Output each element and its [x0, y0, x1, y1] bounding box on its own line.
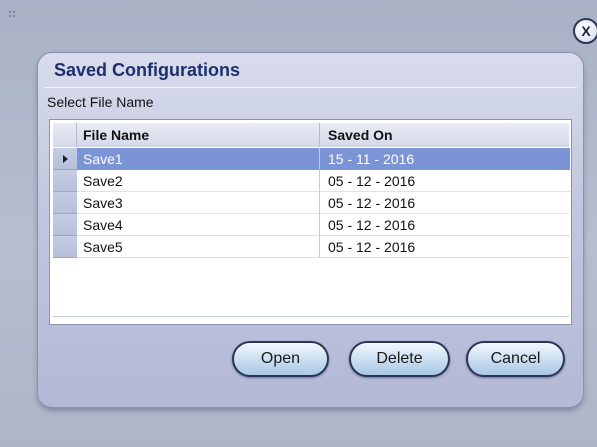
row-selector[interactable] [53, 192, 77, 214]
grip-icon[interactable] [8, 10, 16, 18]
table-row[interactable]: Save1 15 - 11 - 2016 [53, 148, 570, 170]
table-row[interactable]: Save4 05 - 12 - 2016 [53, 214, 570, 236]
close-icon: X [581, 23, 591, 39]
file-name-cell[interactable]: Save4 [77, 214, 320, 236]
row-selector[interactable] [53, 170, 77, 192]
dialog-title: Saved Configurations [54, 60, 241, 80]
delete-button[interactable]: Delete [349, 341, 450, 377]
table-row[interactable]: Save2 05 - 12 - 2016 [53, 170, 570, 192]
saved-on-cell[interactable]: 05 - 12 - 2016 [320, 214, 570, 236]
configurations-table: File Name Saved On Save1 15 - 11 - 2016 … [49, 119, 572, 325]
column-header-saved-on[interactable]: Saved On [320, 123, 569, 147]
select-file-label: Select File Name [47, 94, 154, 110]
file-name-cell[interactable]: Save5 [77, 236, 320, 258]
saved-on-cell[interactable]: 15 - 11 - 2016 [320, 148, 570, 170]
saved-on-cell[interactable]: 05 - 12 - 2016 [320, 236, 570, 258]
header-row-selector [53, 123, 77, 147]
row-selector[interactable] [53, 214, 77, 236]
table-bottom-divider [53, 316, 569, 317]
title-divider [44, 87, 577, 88]
column-header-file-name[interactable]: File Name [77, 123, 320, 147]
table-row[interactable]: Save3 05 - 12 - 2016 [53, 192, 570, 214]
row-pointer-icon [62, 154, 68, 163]
dialog-backdrop: X Saved Configurations Select File Name … [0, 0, 597, 447]
close-button[interactable]: X [573, 18, 597, 44]
saved-on-cell[interactable]: 05 - 12 - 2016 [320, 170, 570, 192]
file-name-cell[interactable]: Save3 [77, 192, 320, 214]
open-button[interactable]: Open [232, 341, 329, 377]
cancel-button[interactable]: Cancel [466, 341, 565, 377]
table-row[interactable]: Save5 05 - 12 - 2016 [53, 236, 570, 258]
file-name-cell[interactable]: Save1 [77, 148, 320, 170]
saved-on-cell[interactable]: 05 - 12 - 2016 [320, 192, 570, 214]
row-selector[interactable] [53, 148, 77, 170]
file-name-cell[interactable]: Save2 [77, 170, 320, 192]
row-selector[interactable] [53, 236, 77, 258]
